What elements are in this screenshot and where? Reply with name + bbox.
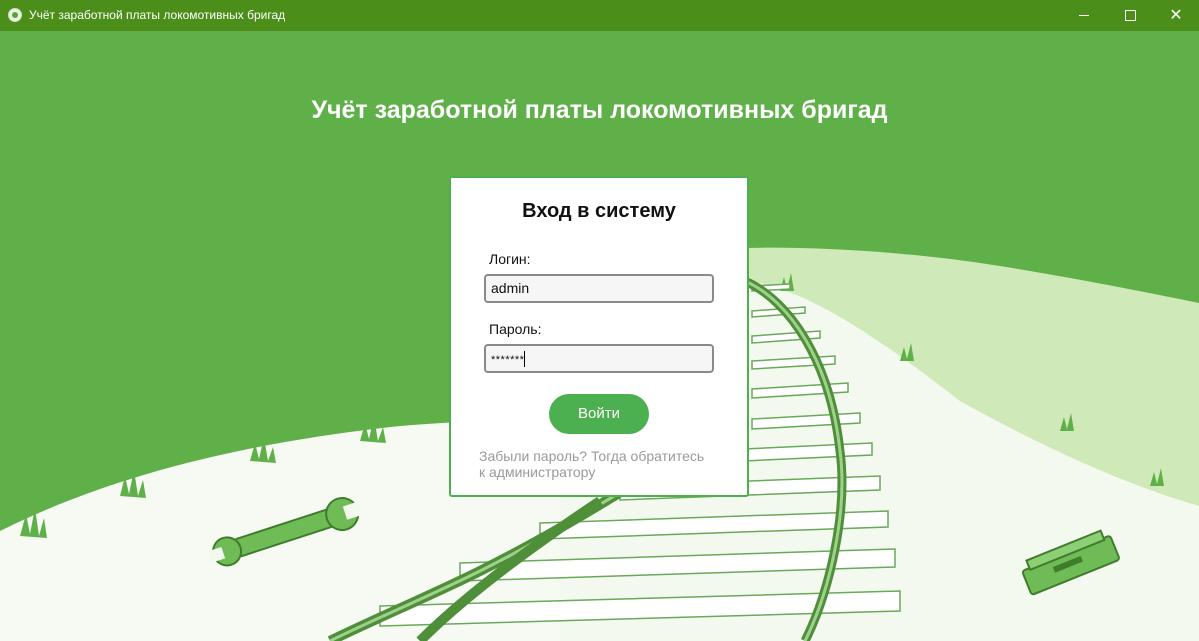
app-icon bbox=[8, 8, 22, 22]
password-input-value: ******* bbox=[491, 354, 525, 366]
minimize-button[interactable] bbox=[1061, 0, 1107, 31]
close-icon: ✕ bbox=[1169, 6, 1183, 24]
login-card: Вход в систему Логин: admin Пароль: ****… bbox=[449, 176, 749, 497]
login-button[interactable]: Войти bbox=[549, 394, 649, 434]
login-label: Логин: bbox=[489, 251, 531, 267]
maximize-button[interactable] bbox=[1107, 0, 1153, 31]
close-button[interactable]: ✕ bbox=[1153, 0, 1199, 31]
forgot-password-text: Забыли пароль? Тогда обратитесь к админи… bbox=[479, 448, 705, 480]
login-title: Вход в систему bbox=[522, 200, 676, 222]
password-label: Пароль: bbox=[489, 321, 542, 337]
background-scene: Учёт заработной платы локомотивных брига… bbox=[0, 31, 1199, 641]
password-input[interactable]: ******* bbox=[484, 344, 714, 373]
text-caret bbox=[524, 351, 526, 368]
login-input-value: admin bbox=[491, 280, 530, 296]
minimize-icon bbox=[1079, 15, 1089, 16]
page-heading: Учёт заработной платы локомотивных брига… bbox=[311, 96, 888, 124]
window-title: Учёт заработной платы локомотивных брига… bbox=[29, 8, 286, 22]
window-titlebar: Учёт заработной платы локомотивных брига… bbox=[0, 0, 1199, 31]
login-input[interactable]: admin bbox=[484, 274, 714, 303]
maximize-icon bbox=[1124, 10, 1136, 21]
